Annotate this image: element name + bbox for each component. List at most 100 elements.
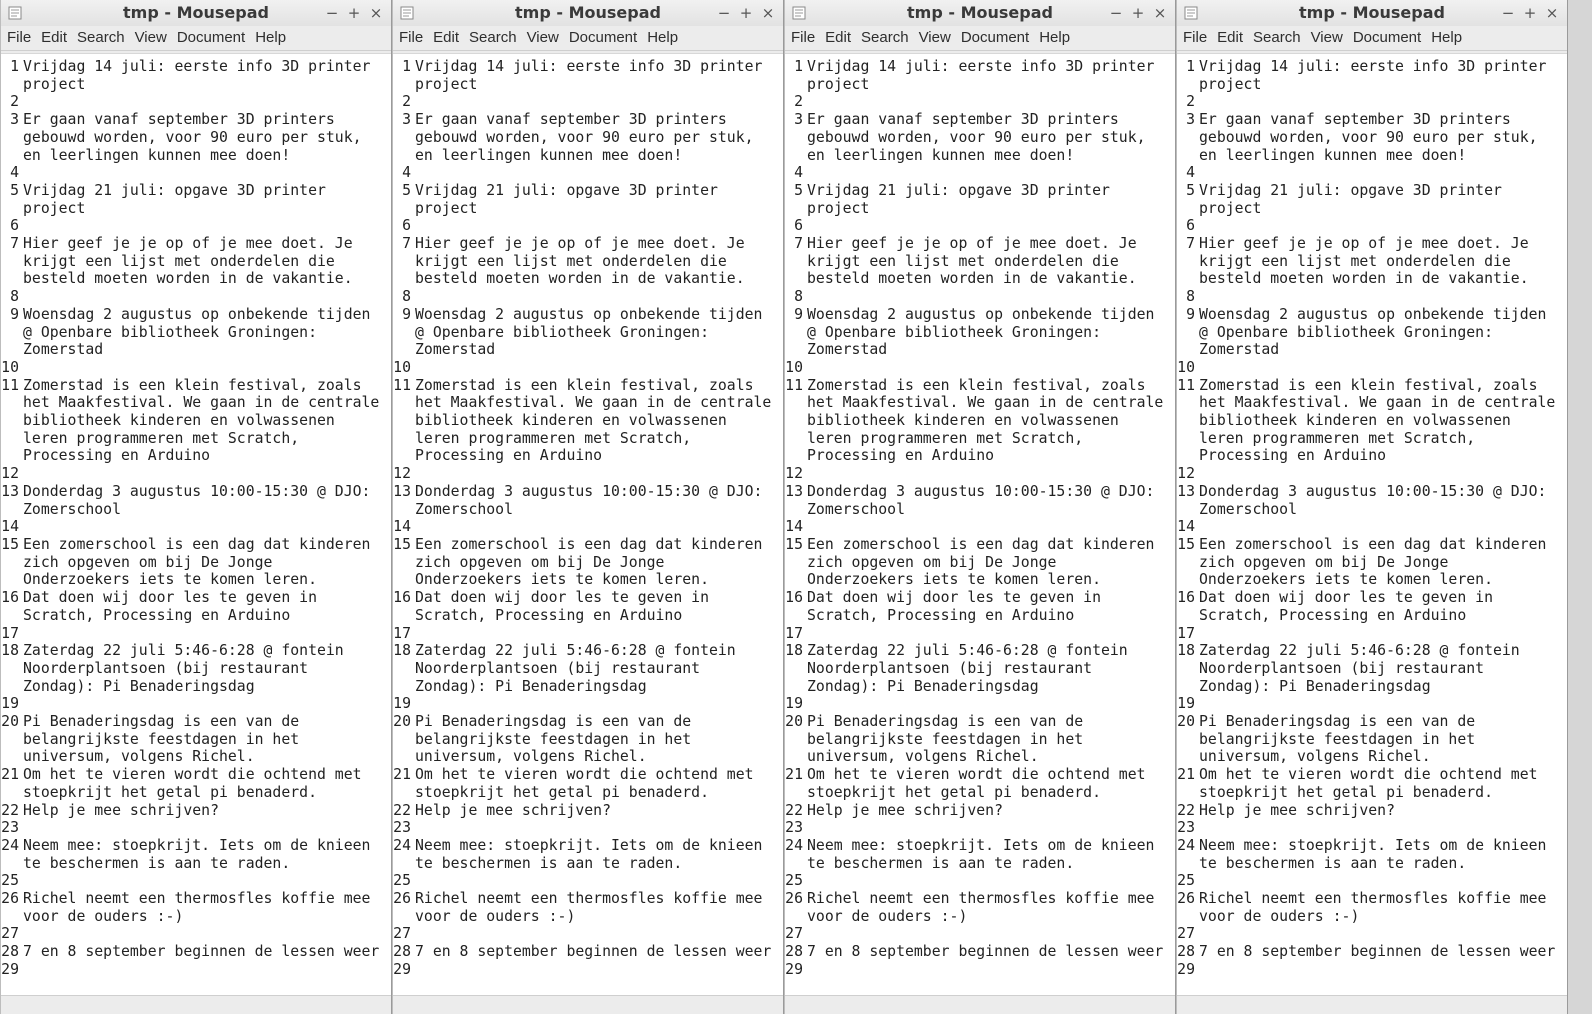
maximize-icon[interactable]: + <box>1129 4 1147 22</box>
line-text: Pi Benaderingsdag is een van de belangri… <box>1199 713 1485 766</box>
menu-view[interactable]: View <box>914 26 956 50</box>
title-bar[interactable]: tmp - Mousepad − + × <box>1 0 391 26</box>
menu-help[interactable]: Help <box>1426 26 1467 50</box>
title-bar[interactable]: tmp - Mousepad − + × <box>1177 0 1567 26</box>
line-number: 26 <box>1177 890 1195 908</box>
text-line: 8 <box>1177 288 1567 306</box>
line-text: Richel neemt een thermosfles koffie mee … <box>23 890 380 925</box>
maximize-icon[interactable]: + <box>737 4 755 22</box>
menu-view[interactable]: View <box>522 26 564 50</box>
line-number: 3 <box>1186 111 1195 129</box>
line-text: Vrijdag 21 juli: opgave 3D printer proje… <box>415 181 727 217</box>
menu-view[interactable]: View <box>130 26 172 50</box>
text-editor[interactable]: 1 Vrijdag 14 juli: eerste info 3D printer… <box>393 53 783 995</box>
text-line: 18 Zaterdag 22 juli 5:46-6:28 @ fontein N… <box>785 642 1175 695</box>
line-text: Woensdag 2 augustus op onbekende tijden … <box>1199 305 1556 359</box>
menu-file[interactable]: File <box>393 26 428 50</box>
menu-file[interactable]: File <box>1177 26 1212 50</box>
text-line: 26 Richel neemt een thermosfles koffie me… <box>393 890 783 925</box>
text-line: 20 Pi Benaderingsdag is een van de belang… <box>1177 713 1567 766</box>
minimize-icon[interactable]: − <box>323 4 341 22</box>
menu-search[interactable]: Search <box>464 26 522 50</box>
text-line: 24 Neem mee: stoepkrijt. Iets om de kniee… <box>1 837 391 872</box>
minimize-icon[interactable]: − <box>715 4 733 22</box>
line-text: Hier geef je je op of je mee doet. Je kr… <box>1199 235 1538 288</box>
line-number: 7 <box>402 235 411 253</box>
line-number: 28 <box>785 943 803 961</box>
menu-document[interactable]: Document <box>956 26 1034 50</box>
text-line: 20 Pi Benaderingsdag is een van de belang… <box>785 713 1175 766</box>
menu-search[interactable]: Search <box>72 26 130 50</box>
title-bar[interactable]: tmp - Mousepad − + × <box>785 0 1175 26</box>
text-line: 29 <box>1 961 391 979</box>
menu-edit[interactable]: Edit <box>36 26 72 50</box>
menu-file[interactable]: File <box>785 26 820 50</box>
menu-edit[interactable]: Edit <box>820 26 856 50</box>
line-number: 2 <box>402 93 411 111</box>
close-icon[interactable]: × <box>1543 4 1561 22</box>
text-line: 1 Vrijdag 14 juli: eerste info 3D printer… <box>1177 58 1567 93</box>
menu-file[interactable]: File <box>1 26 36 50</box>
text-line: 12 <box>393 465 783 483</box>
close-icon[interactable]: × <box>367 4 385 22</box>
line-number: 4 <box>402 164 411 182</box>
menu-edit[interactable]: Edit <box>428 26 464 50</box>
text-line: 5 Vrijdag 21 juli: opgave 3D printer proj… <box>393 182 783 217</box>
close-icon[interactable]: × <box>759 4 777 22</box>
line-text: Zomerstad is een klein festival, zoals h… <box>1199 376 1565 465</box>
menu-document[interactable]: Document <box>1348 26 1426 50</box>
line-number: 8 <box>1186 288 1195 306</box>
text-line: 24 Neem mee: stoepkrijt. Iets om de kniee… <box>785 837 1175 872</box>
line-number: 16 <box>393 589 411 607</box>
maximize-icon[interactable]: + <box>1521 4 1539 22</box>
line-text: Woensdag 2 augustus op onbekende tijden … <box>23 305 380 359</box>
line-number: 1 <box>10 58 19 75</box>
text-line: 17 <box>785 625 1175 643</box>
menu-help[interactable]: Help <box>642 26 683 50</box>
minimize-icon[interactable]: − <box>1107 4 1125 22</box>
maximize-icon[interactable]: + <box>345 4 363 22</box>
line-number: 8 <box>402 288 411 306</box>
line-text: Richel neemt een thermosfles koffie mee … <box>415 890 772 925</box>
text-editor[interactable]: 1 Vrijdag 14 juli: eerste info 3D printer… <box>1 53 391 995</box>
text-line: 6 <box>785 217 1175 235</box>
text-line: 15 Een zomerschool is een dag dat kindere… <box>785 536 1175 589</box>
line-number: 23 <box>393 819 411 837</box>
line-number: 12 <box>785 465 803 483</box>
menu-edit[interactable]: Edit <box>1212 26 1248 50</box>
menu-view[interactable]: View <box>1306 26 1348 50</box>
line-number: 25 <box>1177 872 1195 890</box>
text-line: 7 Hier geef je je op of je mee doet. Je k… <box>393 235 783 288</box>
text-line: 7 Hier geef je je op of je mee doet. Je k… <box>1 235 391 288</box>
text-line: 14 <box>1177 518 1567 536</box>
text-line: 6 <box>1177 217 1567 235</box>
text-line: 2 <box>1 93 391 111</box>
menu-search[interactable]: Search <box>1248 26 1306 50</box>
line-number: 5 <box>402 181 411 199</box>
minimize-icon[interactable]: − <box>1499 4 1517 22</box>
line-text: Zaterdag 22 juli 5:46-6:28 @ fontein Noo… <box>1199 642 1529 695</box>
menu-document[interactable]: Document <box>172 26 250 50</box>
line-number: 21 <box>785 766 803 784</box>
line-text: Richel neemt een thermosfles koffie mee … <box>1199 890 1556 925</box>
menu-document[interactable]: Document <box>564 26 642 50</box>
line-number: 9 <box>794 305 803 323</box>
text-editor[interactable]: 1 Vrijdag 14 juli: eerste info 3D printer… <box>785 53 1175 995</box>
close-icon[interactable]: × <box>1151 4 1169 22</box>
text-line: 22 Help je mee schrijven? <box>1177 802 1567 820</box>
line-text: Er gaan vanaf september 3D printers gebo… <box>807 111 1155 164</box>
line-text: Woensdag 2 augustus op onbekende tijden … <box>415 305 772 359</box>
text-line: 9 Woensdag 2 augustus op onbekende tijden… <box>1177 306 1567 359</box>
line-number: 15 <box>1177 535 1195 553</box>
menu-help[interactable]: Help <box>1034 26 1075 50</box>
line-text: 7 en 8 september beginnen de lessen weer <box>415 943 772 961</box>
menu-search[interactable]: Search <box>856 26 914 50</box>
line-number: 28 <box>393 943 411 961</box>
mousepad-window: tmp - Mousepad − + × File Edit Search View D… <box>784 0 1176 1014</box>
line-number: 1 <box>402 58 411 75</box>
text-line: 19 <box>1 695 391 713</box>
title-bar[interactable]: tmp - Mousepad − + × <box>393 0 783 26</box>
menu-help[interactable]: Help <box>250 26 291 50</box>
text-editor[interactable]: 1 Vrijdag 14 juli: eerste info 3D printer… <box>1177 53 1567 995</box>
text-line: 4 <box>1177 164 1567 182</box>
